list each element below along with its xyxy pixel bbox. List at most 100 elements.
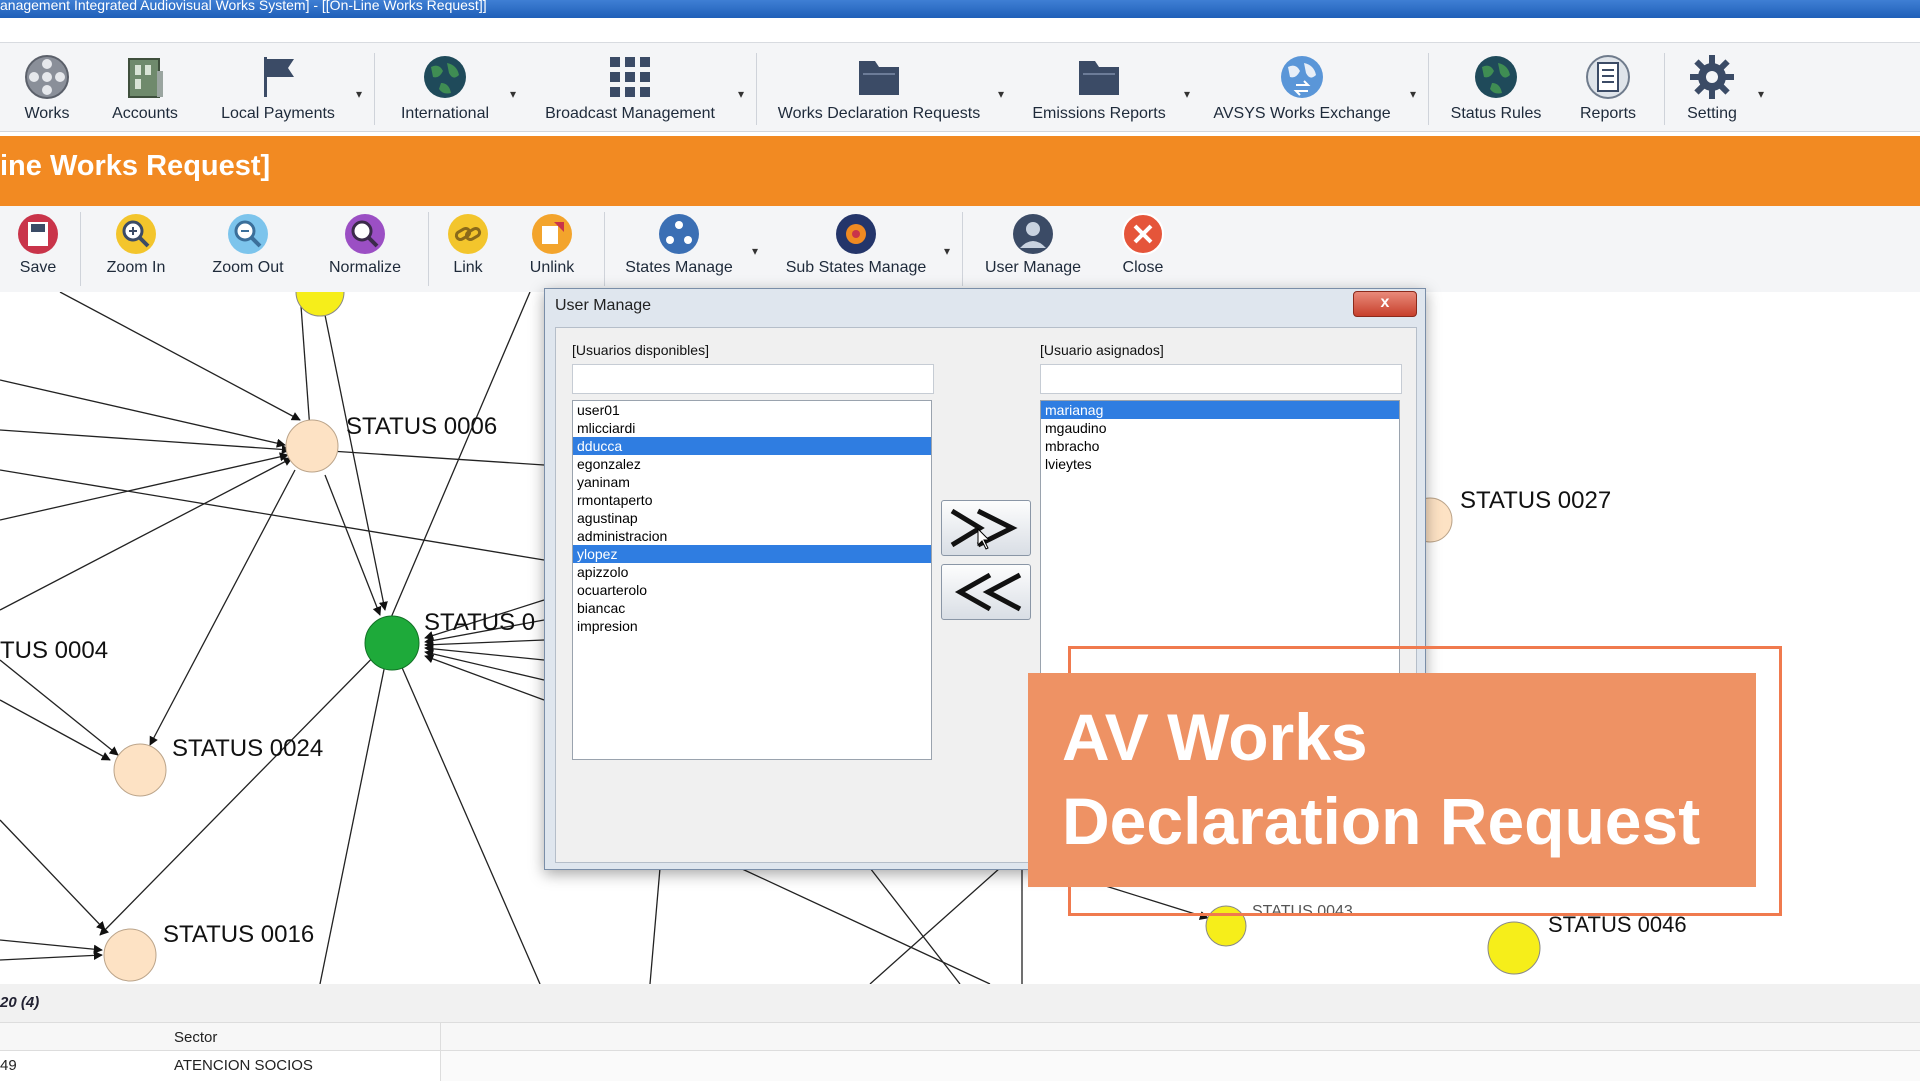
close-button[interactable]: Close: [1118, 212, 1168, 277]
ribbon-works-declaration-requests-button[interactable]: Works Declaration Requests: [774, 53, 984, 123]
list-item[interactable]: impresion: [573, 617, 931, 635]
close-icon: [1122, 213, 1164, 255]
list-item[interactable]: marianag: [1041, 401, 1399, 419]
window-title-bar: anagement Integrated Audiovisual Works S…: [0, 0, 1920, 18]
list-item[interactable]: biancac: [573, 599, 931, 617]
dialog-close-button[interactable]: x: [1353, 291, 1417, 317]
ribbon-separator: [756, 53, 757, 125]
link-icon: [448, 214, 488, 254]
document-header: ine Works Request]: [0, 136, 1920, 206]
list-item[interactable]: agustinap: [573, 509, 931, 527]
row-empty-cell: [440, 1051, 1920, 1081]
toolbar-separator: [80, 212, 81, 286]
ribbon-separator: [374, 53, 375, 125]
avsys-dropdown-arrow[interactable]: ▾: [1410, 87, 1416, 101]
normalize-icon: [345, 214, 385, 254]
list-item[interactable]: egonzalez: [573, 455, 931, 473]
list-item[interactable]: mgaudino: [1041, 419, 1399, 437]
assigned-users-label: [Usuario asignados]: [1040, 342, 1164, 358]
zoom-out-icon: [228, 214, 268, 254]
double-chevron-right-icon: [950, 508, 1018, 550]
zoom-in-button[interactable]: Zoom In: [96, 212, 176, 277]
window-title: anagement Integrated Audiovisual Works S…: [0, 0, 487, 13]
list-item[interactable]: ylopez: [573, 545, 931, 563]
ribbon-local-payments-button[interactable]: Local Payments: [216, 53, 340, 123]
toolbar-separator: [962, 212, 963, 286]
unlink-icon: [532, 214, 572, 254]
graph-node-label: STATUS 0024: [172, 735, 323, 762]
assigned-users-filter-input[interactable]: [1040, 364, 1402, 394]
ribbon-reports-button[interactable]: Reports: [1568, 53, 1648, 123]
user-icon: [1013, 214, 1053, 254]
states-manage-dropdown-arrow[interactable]: ▾: [752, 244, 758, 258]
flag-icon: [264, 57, 294, 97]
toolbar-separator: [428, 212, 429, 286]
graph-node[interactable]: [113, 743, 167, 797]
sub-states-dropdown-arrow[interactable]: ▾: [944, 244, 950, 258]
move-left-button[interactable]: [941, 564, 1031, 620]
dialog-title: User Manage: [555, 297, 652, 314]
ribbon-avsys-works-exchange-button[interactable]: AVSYS Works Exchange: [1210, 53, 1394, 123]
list-item[interactable]: mlicciardi: [573, 419, 931, 437]
document-title: ine Works Request]: [0, 150, 271, 182]
grid-icon: [610, 57, 650, 97]
ribbon-separator: [1664, 53, 1665, 125]
graph-node-label: STATUS 0027: [1460, 487, 1611, 514]
ribbon-emissions-reports-button[interactable]: Emissions Reports: [1026, 53, 1172, 123]
emissions-dropdown-arrow[interactable]: ▾: [1184, 87, 1190, 101]
list-item[interactable]: yaninam: [573, 473, 931, 491]
graph-node[interactable]: [285, 419, 339, 473]
available-users-list[interactable]: user01 mlicciardi dducca egonzalez yaninam rm…: [572, 400, 932, 760]
double-chevron-left-icon: [954, 572, 1022, 612]
international-dropdown-arrow[interactable]: ▾: [510, 87, 516, 101]
graph-node[interactable]: [103, 928, 157, 982]
graph-node[interactable]: [1487, 921, 1541, 975]
column-header-sector[interactable]: Sector: [174, 1029, 217, 1046]
globe-exchange-icon: [1281, 56, 1323, 98]
local-payments-dropdown-arrow[interactable]: ▾: [356, 87, 362, 101]
user-manage-button[interactable]: User Manage: [982, 212, 1084, 277]
ribbon-international-button[interactable]: International: [392, 53, 498, 123]
available-users-filter-input[interactable]: [572, 364, 934, 394]
ribbon-setting-button[interactable]: Setting: [1676, 53, 1748, 123]
caption-banner: AV Works Declaration Request: [1028, 673, 1756, 887]
list-item[interactable]: mbracho: [1041, 437, 1399, 455]
table-row[interactable]: 49 ATENCION SOCIOS: [0, 1050, 1920, 1081]
bottom-data-panel: 20 (4) Sector 49 ATENCION SOCIOS: [0, 984, 1920, 1081]
list-item[interactable]: ocuarterolo: [573, 581, 931, 599]
reports-icon: [1586, 55, 1630, 99]
unlink-button[interactable]: Unlink: [524, 212, 580, 277]
graph-node[interactable]: [295, 292, 345, 317]
link-button[interactable]: Link: [446, 212, 490, 277]
list-item[interactable]: user01: [573, 401, 931, 419]
broadcast-dropdown-arrow[interactable]: ▾: [738, 87, 744, 101]
save-button[interactable]: Save: [16, 212, 60, 277]
save-icon: [18, 214, 58, 254]
graph-node-label: TUS 0004: [0, 637, 108, 664]
ribbon-status-rules-button[interactable]: Status Rules: [1444, 53, 1548, 123]
ribbon-accounts-button[interactable]: Accounts: [104, 53, 186, 123]
sub-states-icon: [836, 214, 876, 254]
list-item[interactable]: dducca: [573, 437, 931, 455]
zoom-out-button[interactable]: Zoom Out: [204, 212, 292, 277]
list-item[interactable]: lvieytes: [1041, 455, 1399, 473]
move-right-button[interactable]: [941, 500, 1031, 556]
sub-states-manage-button[interactable]: Sub States Manage: [778, 212, 934, 277]
normalize-button[interactable]: Normalize: [322, 212, 408, 277]
setting-dropdown-arrow[interactable]: ▾: [1758, 87, 1764, 101]
main-ribbon: Works Accounts Local Payments ▾ Internat…: [0, 42, 1920, 132]
list-item[interactable]: administracion: [573, 527, 931, 545]
film-reel-icon: [25, 55, 69, 99]
graph-node[interactable]: [364, 615, 420, 671]
column-divider: [440, 1023, 441, 1051]
gear-icon: [1690, 55, 1734, 99]
works-declaration-dropdown-arrow[interactable]: ▾: [998, 87, 1004, 101]
ribbon-broadcast-management-button[interactable]: Broadcast Management: [536, 53, 724, 123]
states-icon: [659, 214, 699, 254]
graph-node-label: STATUS 0006: [346, 413, 497, 440]
states-manage-button[interactable]: States Manage: [622, 212, 736, 277]
list-item[interactable]: apizzolo: [573, 563, 931, 581]
document-toolbar: Save Zoom In Zoom Out Normalize Link Unl…: [0, 206, 1920, 293]
list-item[interactable]: rmontaperto: [573, 491, 931, 509]
ribbon-works-button[interactable]: Works: [12, 53, 82, 123]
